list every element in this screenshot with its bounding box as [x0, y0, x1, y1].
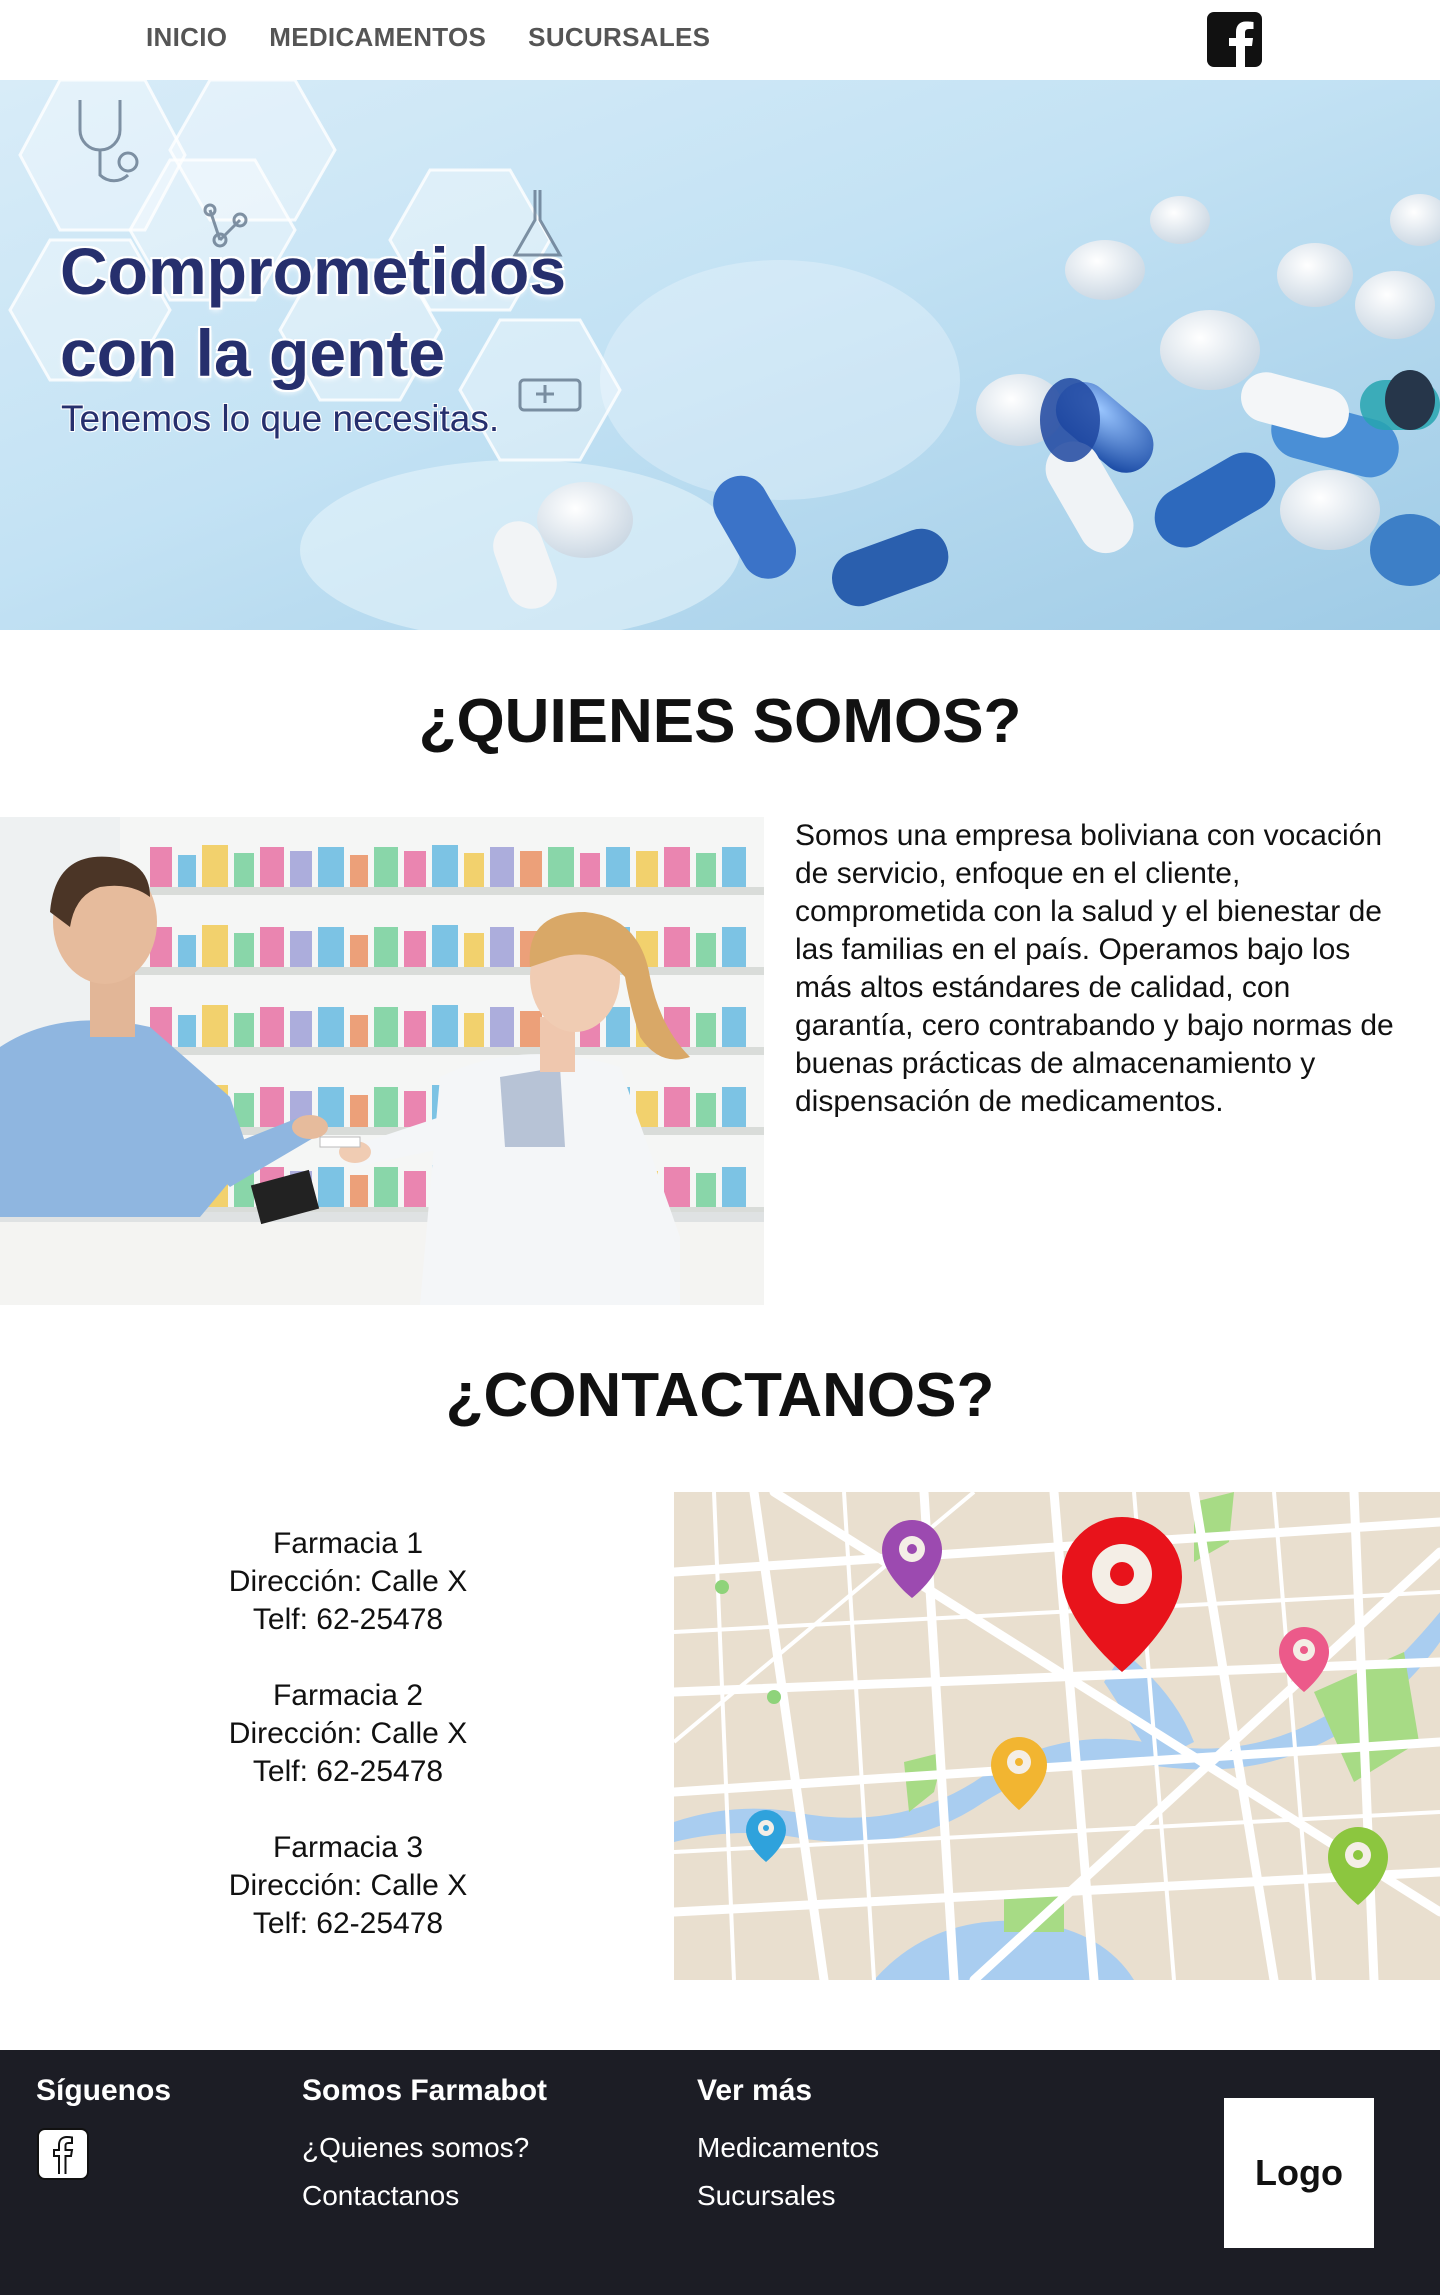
hero-title-line1: Comprometidos — [60, 234, 567, 308]
pharmacy-list: Farmacia 1 Dirección: Calle X Telf: 62-2… — [148, 1525, 548, 1981]
hero-title: Comprometidos con la gente — [60, 230, 700, 394]
about-text: Somos una empresa boliviana con vocación… — [795, 819, 1394, 1118]
contact-title: ¿CONTACTANOS? — [445, 1361, 995, 1430]
footer-follow-heading: Síguenos — [36, 2074, 172, 2107]
nav-link-sucursales[interactable]: SUCURSALES — [528, 22, 710, 53]
nav-link-inicio[interactable]: INICIO — [146, 22, 227, 53]
facebook-icon[interactable] — [37, 2128, 89, 2180]
pharmacy-item: Farmacia 2 Dirección: Calle X Telf: 62-2… — [148, 1677, 548, 1791]
footer-link-medicamentos[interactable]: Medicamentos — [697, 2132, 879, 2164]
hero-subtitle: Tenemos lo que necesitas. — [61, 398, 500, 439]
hero-title-line2: con la gente — [60, 316, 446, 390]
pharmacy-address: Dirección: Calle X — [228, 1565, 468, 1598]
nav-link-medicamentos[interactable]: MEDICAMENTOS — [269, 22, 486, 53]
footer-link-sucursales[interactable]: Sucursales — [697, 2180, 836, 2212]
pharmacy-name: Farmacia 1 — [272, 1527, 424, 1560]
hero-banner: Comprometidos con la gente Tenemos lo qu… — [0, 80, 1440, 630]
pharmacy-item: Farmacia 1 Dirección: Calle X Telf: 62-2… — [148, 1525, 548, 1639]
footer-about-heading: Somos Farmabot — [302, 2074, 548, 2107]
pharmacy-name: Farmacia 3 — [272, 1831, 424, 1864]
pharmacy-address: Dirección: Calle X — [228, 1717, 468, 1750]
footer: Síguenos Somos Farmabot ¿Quienes somos? … — [0, 2050, 1440, 2295]
facebook-icon[interactable] — [1207, 12, 1262, 67]
pharmacy-address: Dirección: Calle X — [228, 1869, 468, 1902]
pharmacy-phone: Telf: 62-25478 — [252, 1603, 444, 1636]
footer-logo: Logo — [1224, 2098, 1374, 2248]
pharmacy-name: Farmacia 2 — [272, 1679, 424, 1712]
pharmacy-item: Farmacia 3 Dirección: Calle X Telf: 62-2… — [148, 1829, 548, 1943]
pharmacy-phone: Telf: 62-25478 — [252, 1907, 444, 1940]
footer-link-quienes-somos[interactable]: ¿Quienes somos? — [302, 2132, 529, 2164]
locations-map[interactable] — [674, 1492, 1440, 1980]
nav-links: INICIO MEDICAMENTOS SUCURSALES — [146, 22, 710, 53]
footer-link-contactanos[interactable]: Contactanos — [302, 2180, 459, 2212]
about-title: ¿QUIENES SOMOS? — [418, 687, 1022, 756]
footer-more-heading: Ver más — [697, 2074, 813, 2107]
pharmacy-photo — [0, 817, 764, 1305]
pharmacy-phone: Telf: 62-25478 — [252, 1755, 444, 1788]
top-navbar: INICIO MEDICAMENTOS SUCURSALES — [0, 0, 1440, 80]
